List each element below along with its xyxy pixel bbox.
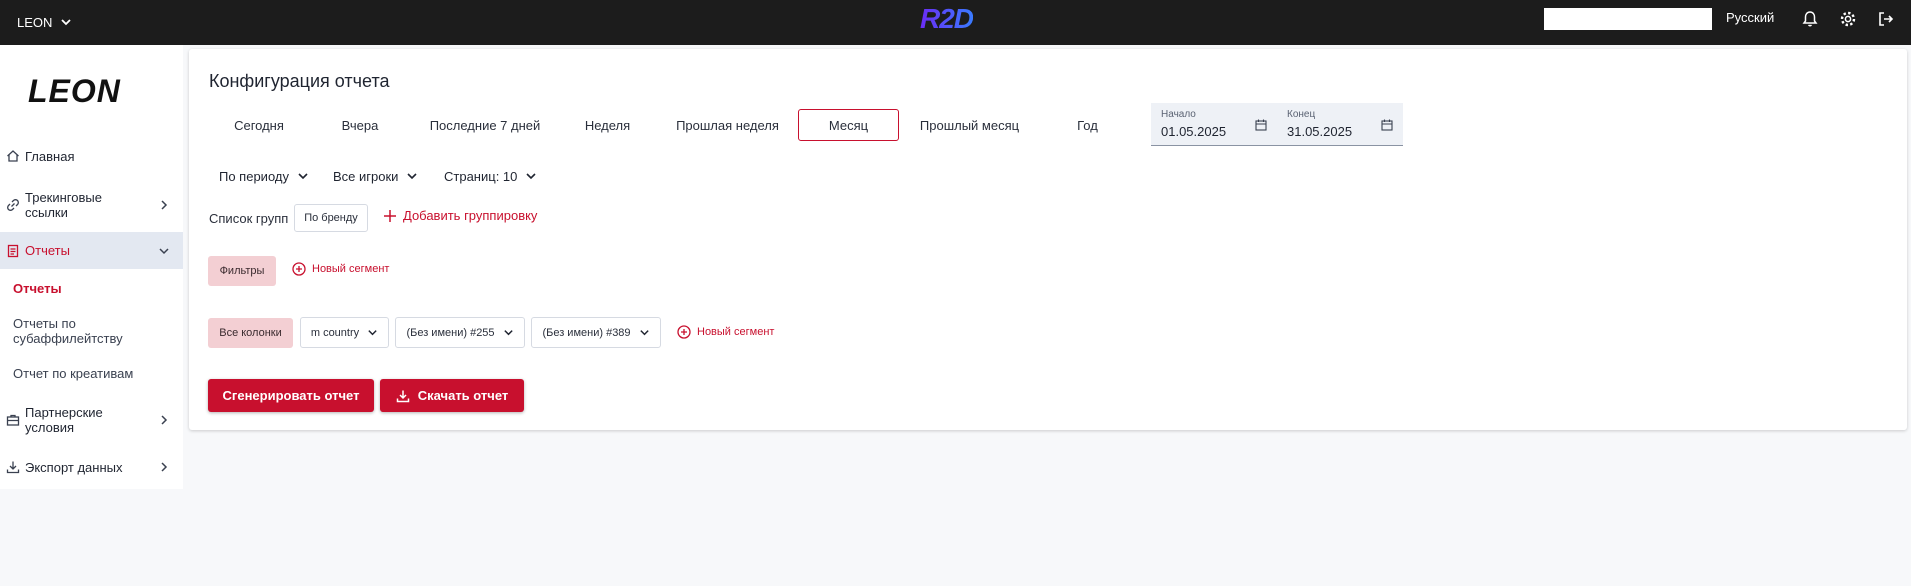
sidebar-item-home[interactable]: Главная [0,140,183,172]
new-segment-button[interactable]: Новый сегмент [292,262,389,276]
dropdown-label: По периоду [219,168,289,184]
tab-yesterday[interactable]: Вчера [310,109,410,141]
column-select-255[interactable]: (Без имени) #255 [395,317,525,348]
sidebar-item-partner-terms[interactable]: Партнерские условия [0,400,183,440]
chevron-right-icon [161,462,168,472]
report-config-card [189,49,1907,430]
tab-last-month[interactable]: Прошлый месяц [907,109,1032,141]
sidebar-subitem-subaffiliate-reports[interactable]: Отчеты по субаффилейтству [13,316,153,346]
plus-icon [384,209,396,222]
chevron-down-icon [526,173,536,180]
new-segment-label: Новый сегмент [312,263,390,275]
logout-icon[interactable] [1875,8,1897,30]
chevron-down-icon [503,330,513,336]
select-value: (Без имени) #389 [542,326,631,339]
page-title: Конфигурация отчета [209,71,390,91]
add-grouping-label: Добавить группировку [403,208,538,223]
all-columns-button[interactable]: Все колонки [208,318,293,348]
language-selector[interactable]: Русский [1726,10,1774,25]
sidebar-item-label: Трекинговые ссылки [25,190,102,220]
gear-icon[interactable] [1837,8,1859,30]
plus-circle-icon [677,325,691,339]
chevron-down-icon [407,173,418,180]
calendar-icon [1381,119,1393,131]
players-dropdown[interactable]: Все игроки [333,165,418,187]
sidebar: LEON Главная Трекинговые ссылки Отчеты О… [0,45,183,489]
all-columns-label: Все колонки [219,327,282,339]
sidebar-item-data-export[interactable]: Экспорт данных [0,452,183,482]
chevron-right-icon [161,415,168,425]
briefcase-icon [6,414,20,426]
chevron-down-icon [368,330,377,336]
sidebar-item-reports[interactable]: Отчеты [0,232,183,269]
tab-last-week[interactable]: Прошлая неделя [665,109,790,141]
select-value: (Без имени) #255 [406,326,495,339]
dropdown-label: Все игроки [333,168,399,184]
chevron-down-icon [298,173,308,180]
start-date-value: 01.05.2025 [1161,124,1227,139]
download-report-button[interactable]: Скачать отчет [380,379,524,412]
download-label: Скачать отчет [417,388,509,403]
new-segment-label: Новый сегмент [697,326,775,338]
end-date-value: 31.05.2025 [1287,124,1353,139]
chip-label: По бренду [304,212,358,224]
start-date-label: Начало [1161,109,1196,120]
sidebar-subitem-creative-report[interactable]: Отчет по креативам [13,366,133,381]
new-segment-columns-button[interactable]: Новый сегмент [677,325,774,339]
tab-today[interactable]: Сегодня [209,109,309,141]
generate-report-button[interactable]: Сгенерировать отчет [208,379,374,412]
generate-label: Сгенерировать отчет [222,388,360,403]
sidebar-item-label: Главная [25,148,75,164]
end-date-field[interactable]: Конец 31.05.2025 [1277,103,1403,146]
download-icon [396,390,409,402]
brand-label: LEON [17,14,53,30]
sidebar-item-label: Отчеты [25,243,70,258]
dropdown-label: Страниц: 10 [444,168,518,184]
sidebar-item-label: Экспорт данных [25,459,123,475]
start-date-field[interactable]: Начало 01.05.2025 [1151,103,1277,146]
brand-selector[interactable]: LEON [17,11,72,33]
app-logo: R2D [920,3,974,34]
search-input[interactable] [1544,8,1712,30]
sidebar-logo: LEON [28,73,121,109]
group-by-brand-chip[interactable]: По бренду [294,204,368,232]
group-list-label: Список групп [209,211,289,226]
page-size-dropdown[interactable]: Страниц: 10 [444,165,537,187]
column-select-389[interactable]: (Без имени) #389 [531,317,661,348]
tab-last-7-days[interactable]: Последние 7 дней [420,109,550,141]
link-icon [7,199,19,211]
filters-button[interactable]: Фильтры [208,256,276,286]
calendar-icon [1255,119,1267,131]
sidebar-subitem-reports[interactable]: Отчеты [13,281,62,296]
chevron-down-icon [159,247,169,254]
chevron-down-icon [61,19,72,26]
add-grouping-button[interactable]: Добавить группировку [383,208,537,223]
column-select-country[interactable]: m country [300,317,389,348]
filters-label: Фильтры [219,265,265,277]
period-grouping-dropdown[interactable]: По периоду [219,165,309,187]
tab-year[interactable]: Год [1040,109,1135,141]
select-value: m country [310,326,360,339]
home-icon [7,150,19,162]
download-icon [6,461,20,474]
chevron-down-icon [639,330,649,336]
end-date-label: Конец [1287,109,1316,120]
plus-circle-icon [292,262,306,276]
document-icon [7,244,19,257]
sidebar-item-tracking-links[interactable]: Трекинговые ссылки [0,185,183,225]
top-bar: LEON R2D Русский [0,0,1911,45]
sidebar-item-label: Партнерские условия [25,405,103,435]
tab-month[interactable]: Месяц [798,109,899,141]
chevron-right-icon [161,200,168,210]
bell-icon[interactable] [1799,8,1821,30]
tab-week[interactable]: Неделя [560,109,655,141]
